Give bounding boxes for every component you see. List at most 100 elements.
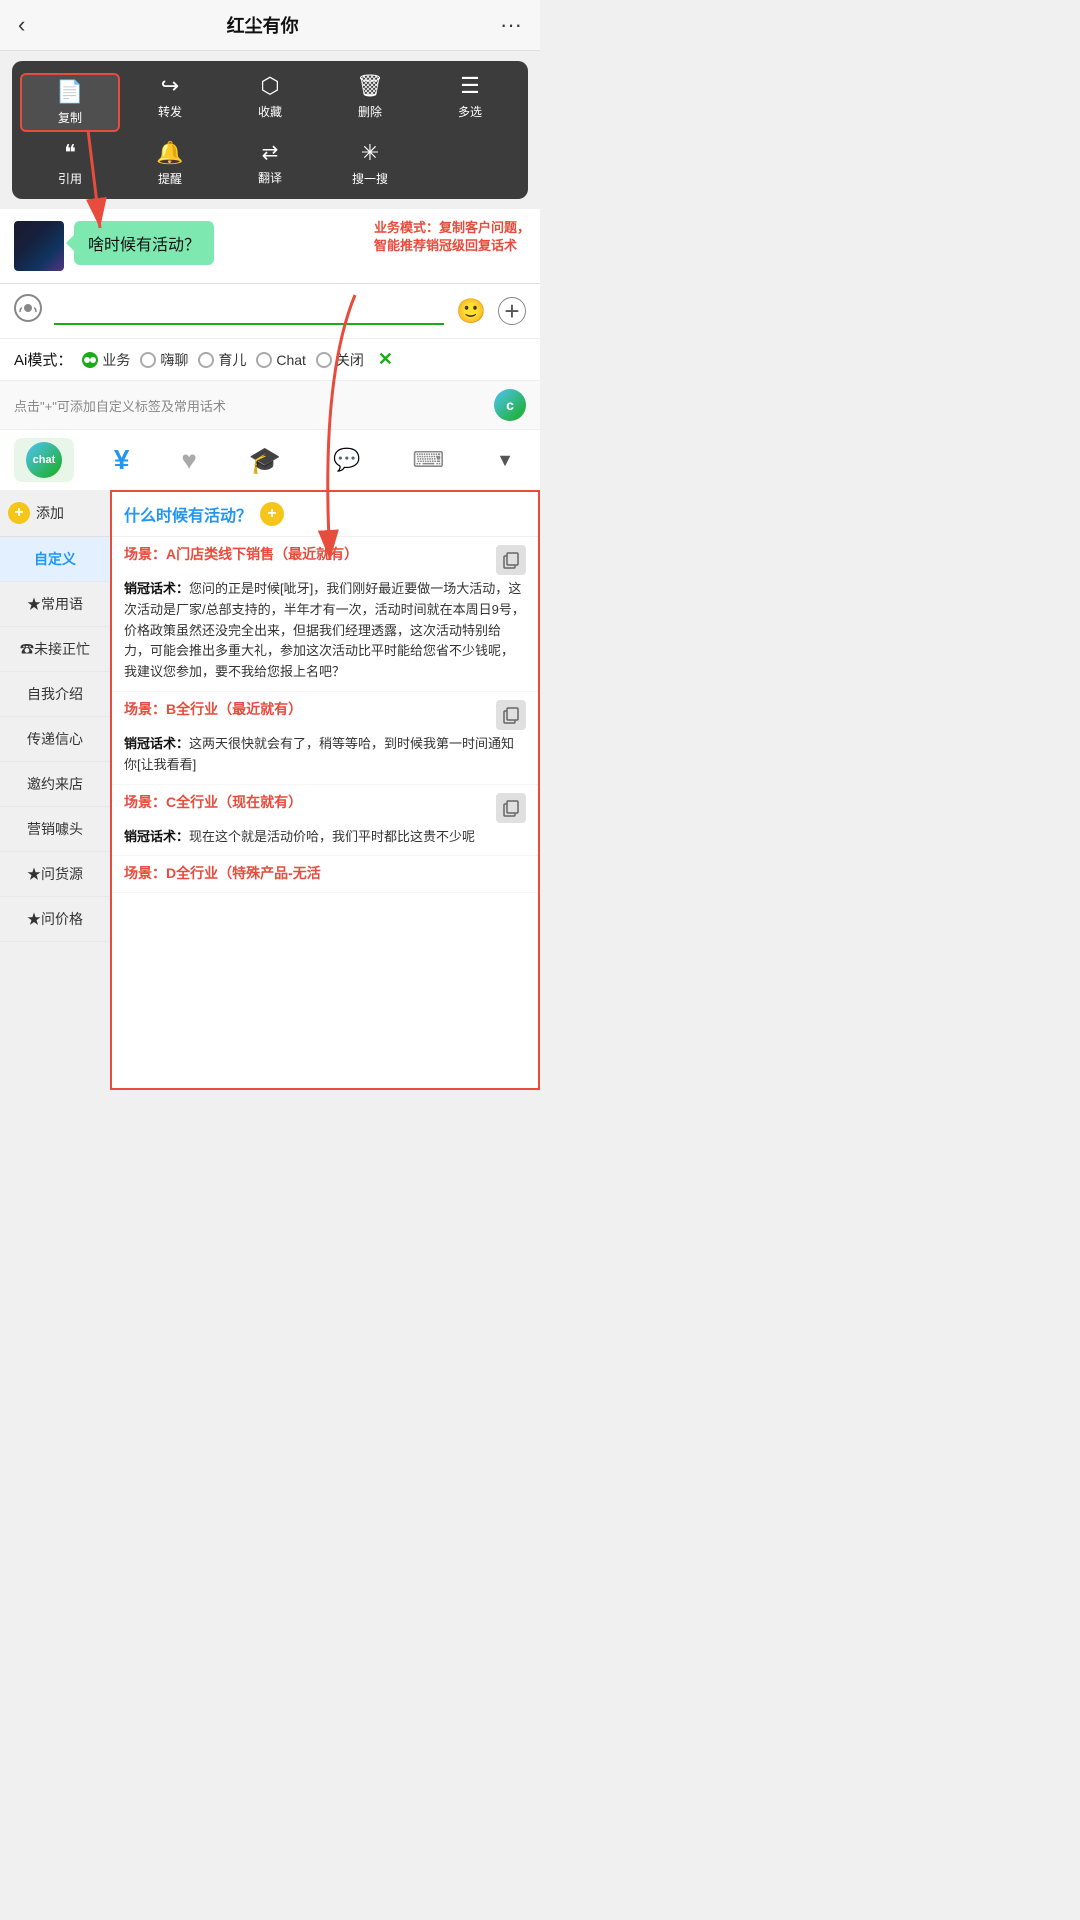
sidebar-item-invite[interactable]: 邀约来店 [0,762,110,807]
header: ‹ 红尘有你 ··· [0,0,540,51]
toolbar-down-btn[interactable]: ▼ [484,446,526,475]
context-menu-quote[interactable]: ❝ 引用 [20,140,120,187]
sidebar-item-marketing[interactable]: 营销噱头 [0,807,110,852]
content-panel: 什么时候有活动？ + 场景：A门店类线下销售（最近就有） 销冠话术：您问的正是时… [110,490,540,1090]
chat-bubble-text: 啥时候有活动？ [88,237,200,254]
chat-bubble: 啥时候有活动？ [74,221,214,265]
ai-mode-business-label: 业务 [102,350,130,370]
annotation-text: 业务模式：复制客户问题，智能推荐销冠级回复话术 [374,219,530,255]
scenario-block-b: 场景：B全行业（最近就有） 销冠话术：这两天很快就会有了，稍等等哈，到时候我第一… [112,692,538,785]
sidebar-item-trust[interactable]: 传递信心 [0,717,110,762]
toolbar-heart-btn[interactable]: ♥ [169,441,208,480]
sidebar-item-missed[interactable]: ☎未接正忙 [0,627,110,672]
ai-mode-chatgpt-label: Chat [276,352,306,368]
back-button[interactable]: ‹ [18,12,25,38]
radio-business [82,352,98,368]
ai-close-button[interactable]: ✕ [378,349,393,370]
ai-mode-chatgpt[interactable]: Chat [256,352,306,368]
scenario-title-c: 场景：C全行业（现在就有） [124,793,526,823]
toolbar: chat ¥ ♥ 🎓 💬 ⌨ ▼ [0,429,540,490]
keyboard-icon: ⌨ [412,447,444,473]
chat-text-icon: 💬 [333,447,360,473]
context-menu-translate[interactable]: ⇄ 翻译 [220,140,320,187]
toolbar-keyboard-btn[interactable]: ⌨ [400,443,456,477]
scenario-title-a-text: 场景：A门店类线下销售（最近就有） [124,545,490,565]
sidebar-item-source[interactable]: ★问货源 [0,852,110,897]
sidebar-add-button[interactable]: + 添加 [0,490,110,537]
chat-badge: chat [26,442,62,478]
multiselect-label: 多选 [458,103,482,120]
avatar [14,221,64,271]
ai-mode-parenting[interactable]: 育儿 [198,350,246,370]
emoji-button[interactable]: 🙂 [456,297,486,326]
sidebar: + 添加 自定义 ★常用语 ☎未接正忙 自我介绍 传递信心 邀约来店 营销噱头 … [0,490,110,1090]
scenario-title-b-text: 场景：B全行业（最近就有） [124,700,490,720]
context-menu-search[interactable]: ✳ 搜一搜 [320,140,420,187]
content-question-header: 什么时候有活动？ + [112,492,538,537]
tips-bar: 点击"+"可添加自定义标签及常用话术 c [0,380,540,429]
sidebar-item-self[interactable]: 自我介绍 [0,672,110,717]
down-arrow-icon: ▼ [496,450,514,471]
translate-label: 翻译 [258,169,282,186]
delete-icon: 🗑 [356,73,384,99]
chat-area: 啥时候有活动？ 业务模式：复制客户问题，智能推荐销冠级回复话术 [0,209,540,283]
ai-mode-parenting-label: 育儿 [218,350,246,370]
toolbar-yuan-btn[interactable]: ¥ [102,440,142,480]
add-circle-icon: + [8,502,30,524]
remind-label: 提醒 [158,170,182,187]
input-area: 🙂 + [0,283,540,338]
multiselect-icon: ☰ [460,73,480,99]
scenario-block-a: 场景：A门店类线下销售（最近就有） 销冠话术：您问的正是时候[呲牙]，我们刚好最… [112,537,538,692]
quote-icon: ❝ [64,140,76,166]
ai-mode-bar: Ai模式： 业务 嗨聊 育儿 Chat 关闭 ✕ [0,338,540,380]
message-input[interactable] [54,297,444,325]
context-menu-collect[interactable]: ⬡ 收藏 [220,73,320,132]
tips-chat-icon: c [494,389,526,421]
ai-mode-options: 业务 嗨聊 育儿 Chat 关闭 [82,350,364,370]
forward-icon: ↪ [161,73,179,99]
toolbar-chat-text-btn[interactable]: 💬 [321,443,372,477]
context-menu-forward[interactable]: ↪ 转发 [120,73,220,132]
ai-mode-close[interactable]: 关闭 [316,350,364,370]
radio-chat [140,352,156,368]
sidebar-item-custom[interactable]: 自定义 [0,537,110,582]
ai-mode-chat[interactable]: 嗨聊 [140,350,188,370]
copy-button-b[interactable] [496,700,526,730]
scenario-title-d: 场景：D全行业（特殊产品-无活 [124,864,526,884]
content-question-text: 什么时候有活动？ [124,502,252,526]
scenario-title-d-text: 场景：D全行业（特殊产品-无活 [124,864,526,884]
translate-icon: ⇄ [262,140,279,165]
context-menu-copy[interactable]: 📄 复制 [20,73,120,132]
toolbar-chat-btn[interactable]: chat [14,438,74,482]
tips-text: 点击"+"可添加自定义标签及常用话术 [14,396,226,415]
more-button[interactable]: ··· [500,12,522,38]
collect-icon: ⬡ [260,73,279,99]
toolbar-hat-btn[interactable]: 🎓 [237,441,293,480]
scenario-title-a: 场景：A门店类线下销售（最近就有） [124,545,526,575]
voice-button[interactable] [14,294,42,328]
scenario-content-b: 销冠话术：这两天很快就会有了，稍等等哈，到时候我第一时间通知你[让我看看] [124,734,526,776]
search-icon: ✳ [361,140,379,166]
main-content: + 添加 自定义 ★常用语 ☎未接正忙 自我介绍 传递信心 邀约来店 营销噱头 … [0,490,540,1090]
radio-chatgpt [256,352,272,368]
copy-label: 复制 [58,109,82,126]
avatar-image [14,221,64,271]
copy-button-c[interactable] [496,793,526,823]
plus-button[interactable]: + [498,297,526,325]
context-menu-multiselect[interactable]: ☰ 多选 [420,73,520,132]
context-menu-remind[interactable]: 🔔 提醒 [120,140,220,187]
scenario-title-b: 场景：B全行业（最近就有） [124,700,526,730]
scenario-block-c: 场景：C全行业（现在就有） 销冠话术：现在这个就是活动价哈，我们平时都比这贵不少… [112,785,538,857]
sidebar-item-common[interactable]: ★常用语 [0,582,110,627]
scenario-content-a: 销冠话术：您问的正是时候[呲牙]，我们刚好最近要做一场大活动，这次活动是厂家/总… [124,579,526,683]
forward-label: 转发 [158,103,182,120]
sidebar-item-price[interactable]: ★问价格 [0,897,110,942]
content-add-button[interactable]: + [260,502,284,526]
yuan-icon: ¥ [114,444,130,476]
context-menu-delete[interactable]: 🗑 删除 [320,73,420,132]
scenario-content-c: 销冠话术：现在这个就是活动价哈，我们平时都比这贵不少呢 [124,827,526,848]
ai-mode-business[interactable]: 业务 [82,350,130,370]
hat-icon: 🎓 [249,445,281,476]
heart-icon: ♥ [181,445,196,476]
copy-button-a[interactable] [496,545,526,575]
